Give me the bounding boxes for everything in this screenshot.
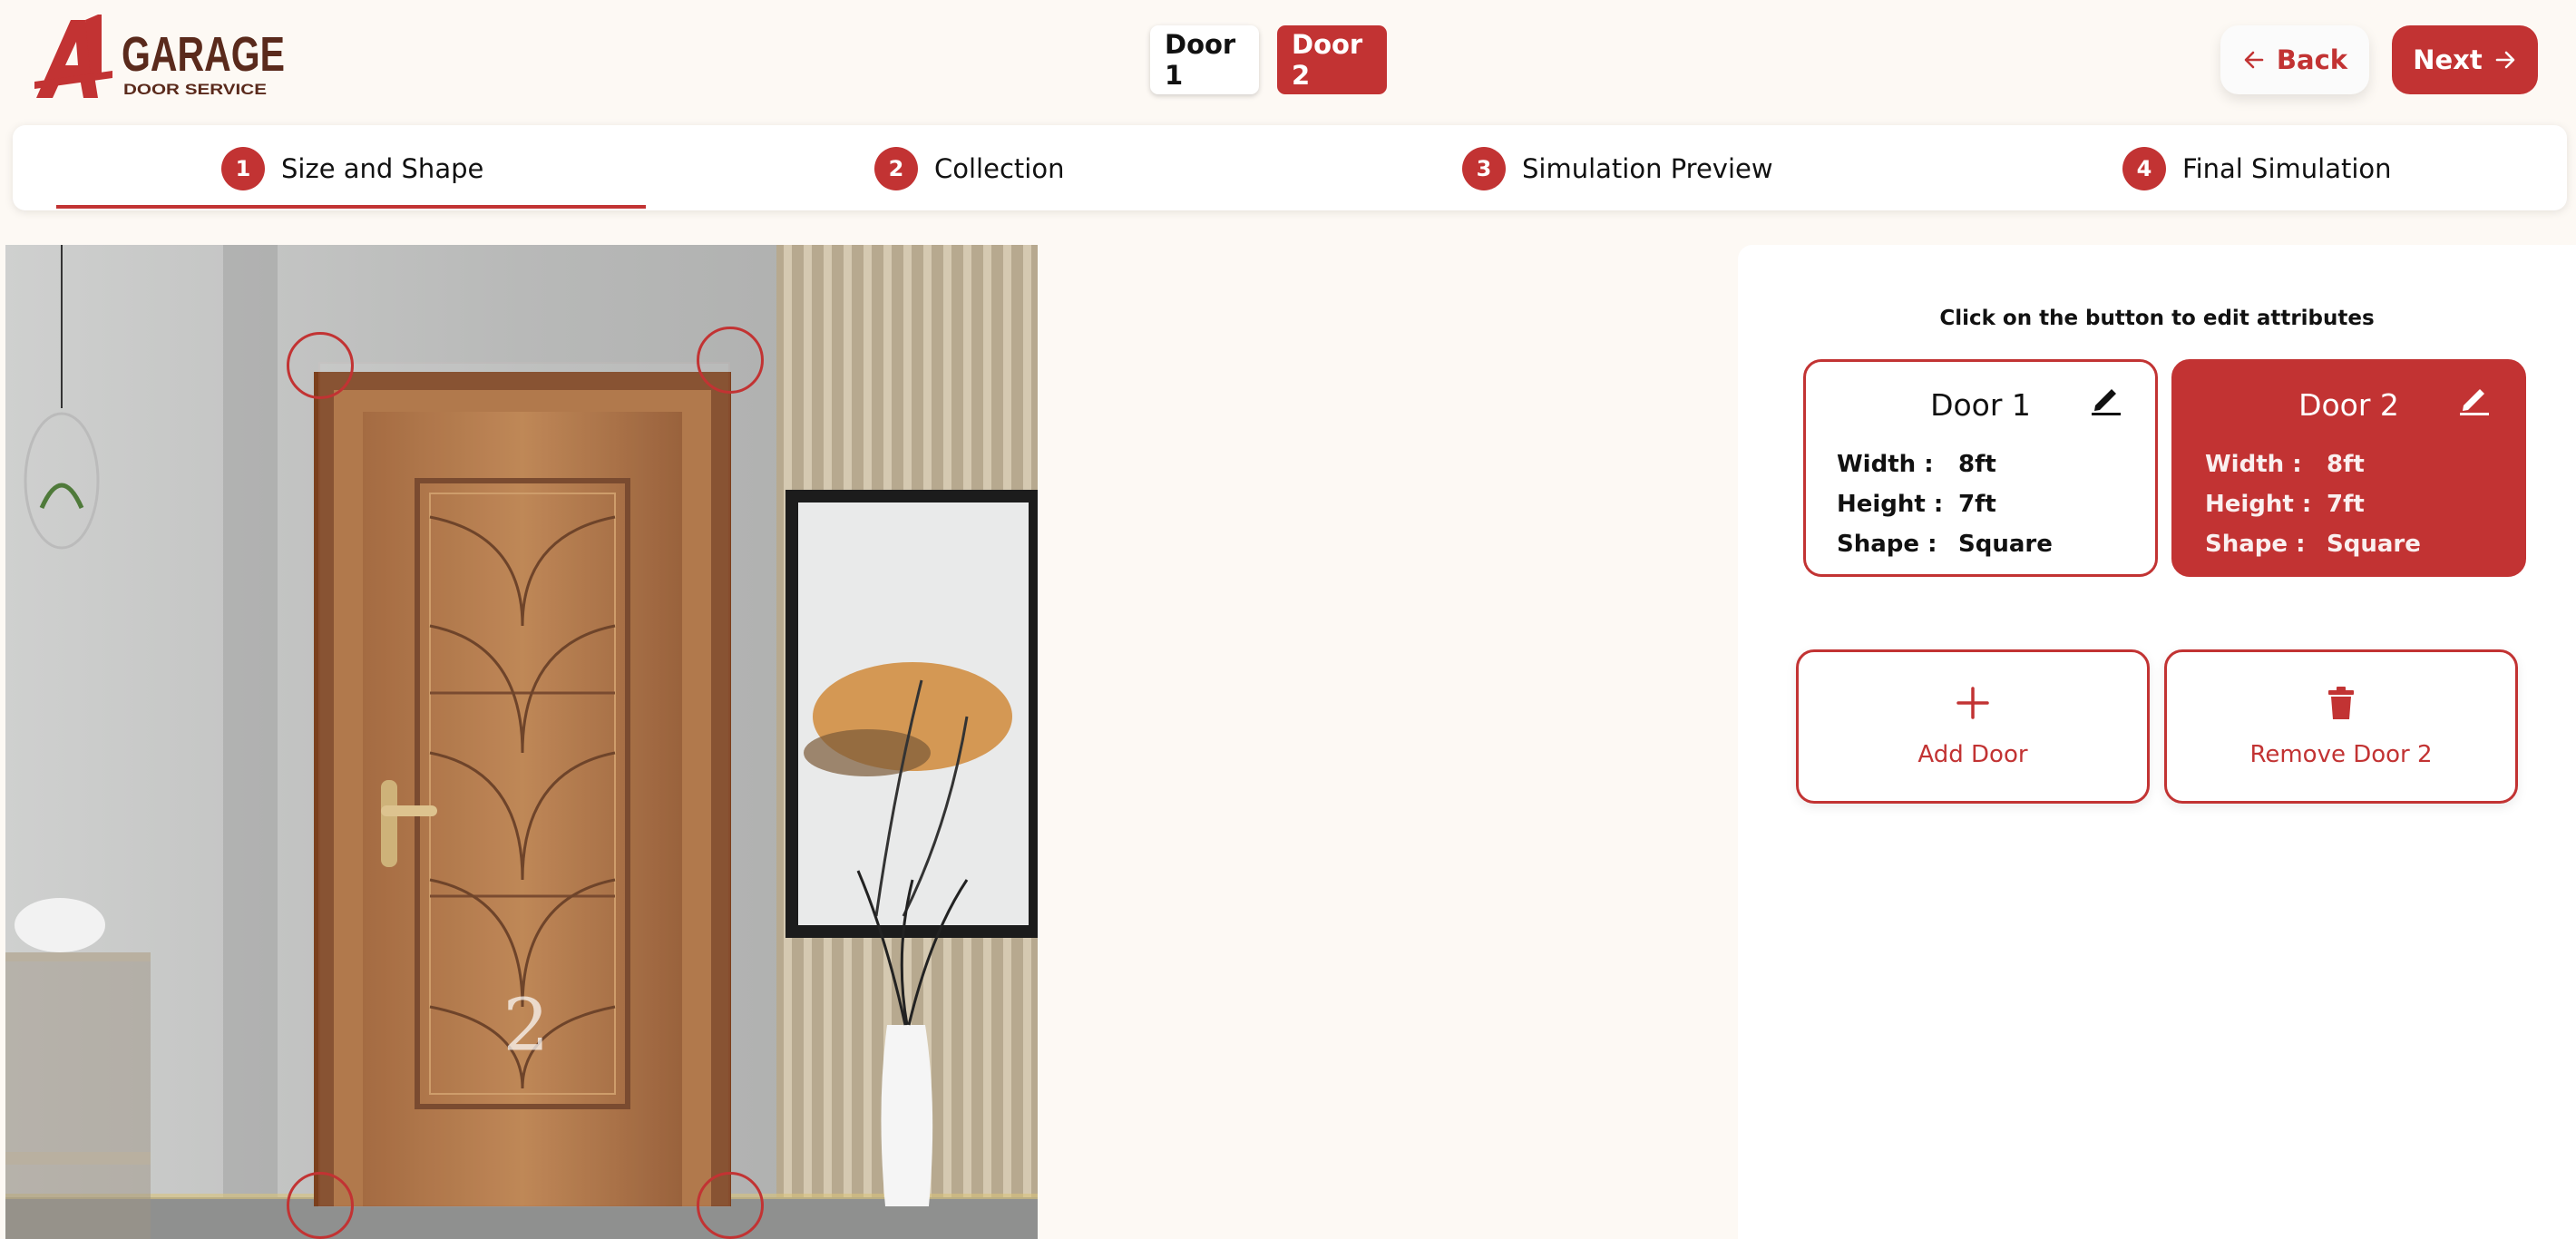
door-card-2[interactable]: Door 2 Width : 8ft Height : 7ft Shape : … bbox=[2171, 359, 2526, 577]
width-label: Width : bbox=[2205, 451, 2302, 478]
door-number-label: 2 bbox=[503, 982, 550, 1068]
height-value: 7ft bbox=[1958, 491, 1996, 518]
remove-door-button[interactable]: Remove Door 2 bbox=[2164, 649, 2518, 804]
svg-text:DOOR SERVICE: DOOR SERVICE bbox=[123, 81, 267, 98]
door-card-1[interactable]: Door 1 Width : 8ft Height : 7ft Shape : … bbox=[1803, 359, 2158, 577]
shape-label: Shape : bbox=[2205, 531, 2306, 558]
door-shape-row: Shape : Square bbox=[1837, 524, 2124, 564]
shape-label: Shape : bbox=[1837, 531, 1937, 558]
shape-value: Square bbox=[1958, 531, 2053, 558]
simulation-canvas[interactable]: 2 bbox=[5, 245, 1038, 1239]
door-height-row: Height : 7ft bbox=[1837, 484, 2124, 524]
step-label: Final Simulation bbox=[2182, 153, 2392, 184]
brand-logo[interactable]: GARAGE DOOR SERVICE bbox=[34, 15, 290, 102]
room-photo bbox=[5, 245, 1038, 1239]
trash-icon bbox=[2328, 687, 2354, 719]
height-label: Height : bbox=[2205, 491, 2312, 518]
step-number: 2 bbox=[874, 147, 918, 190]
height-value: 7ft bbox=[2327, 491, 2365, 518]
door-card-title: Door 1 bbox=[1930, 387, 2031, 423]
progress-stepper: 1 Size and Shape 2 Collection 3 Simulati… bbox=[13, 125, 2567, 210]
back-label: Back bbox=[2276, 44, 2348, 75]
resize-handle-top-left[interactable] bbox=[287, 332, 354, 399]
door-tab-2[interactable]: Door 2 bbox=[1277, 25, 1387, 94]
width-value: 8ft bbox=[2327, 451, 2365, 478]
door-height-row: Height : 7ft bbox=[2205, 484, 2493, 524]
attributes-panel: Click on the button to edit attributes D… bbox=[1738, 245, 2576, 1239]
step-number: 4 bbox=[2122, 147, 2166, 190]
step-label: Collection bbox=[934, 153, 1065, 184]
width-label: Width : bbox=[1837, 451, 1934, 478]
pencil-icon[interactable] bbox=[2456, 380, 2493, 416]
remove-door-label: Remove Door 2 bbox=[2249, 741, 2433, 768]
step-number: 1 bbox=[221, 147, 265, 190]
next-button[interactable]: Next bbox=[2392, 25, 2538, 94]
panel-instruction: Click on the button to edit attributes bbox=[1939, 307, 2375, 330]
add-door-label: Add Door bbox=[1917, 741, 2028, 768]
resize-handle-bottom-right[interactable] bbox=[697, 1172, 764, 1239]
step-number: 3 bbox=[1462, 147, 1506, 190]
resize-handle-top-right[interactable] bbox=[697, 327, 764, 394]
door-width-row: Width : 8ft bbox=[1837, 444, 2124, 484]
arrow-left-icon bbox=[2244, 51, 2264, 69]
door-tabs: Door 1 Door 2 bbox=[1150, 25, 1387, 94]
step-label: Size and Shape bbox=[281, 153, 484, 184]
door-width-row: Width : 8ft bbox=[2205, 444, 2493, 484]
height-label: Height : bbox=[1837, 491, 1944, 518]
svg-text:GARAGE: GARAGE bbox=[122, 27, 285, 82]
a1-logo-icon: GARAGE DOOR SERVICE bbox=[34, 15, 285, 98]
pencil-icon[interactable] bbox=[2088, 380, 2124, 416]
door-tab-1[interactable]: Door 1 bbox=[1150, 25, 1259, 94]
width-value: 8ft bbox=[1958, 451, 1996, 478]
next-label: Next bbox=[2413, 44, 2483, 75]
add-door-button[interactable]: Add Door bbox=[1796, 649, 2150, 804]
back-button[interactable]: Back bbox=[2220, 25, 2369, 94]
step-collection[interactable]: 2 Collection bbox=[874, 147, 1064, 190]
door-card-title: Door 2 bbox=[2298, 387, 2399, 423]
step-size-and-shape[interactable]: 1 Size and Shape bbox=[221, 147, 483, 190]
resize-handle-bottom-left[interactable] bbox=[287, 1172, 354, 1239]
step-final-simulation[interactable]: 4 Final Simulation bbox=[2122, 147, 2392, 190]
step-label: Simulation Preview bbox=[1522, 153, 1773, 184]
active-step-underline bbox=[56, 205, 646, 209]
door-shape-row: Shape : Square bbox=[2205, 524, 2493, 564]
plus-icon bbox=[1956, 687, 1989, 719]
shape-value: Square bbox=[2327, 531, 2421, 558]
arrow-right-icon bbox=[2495, 51, 2515, 69]
step-simulation-preview[interactable]: 3 Simulation Preview bbox=[1462, 147, 1773, 190]
